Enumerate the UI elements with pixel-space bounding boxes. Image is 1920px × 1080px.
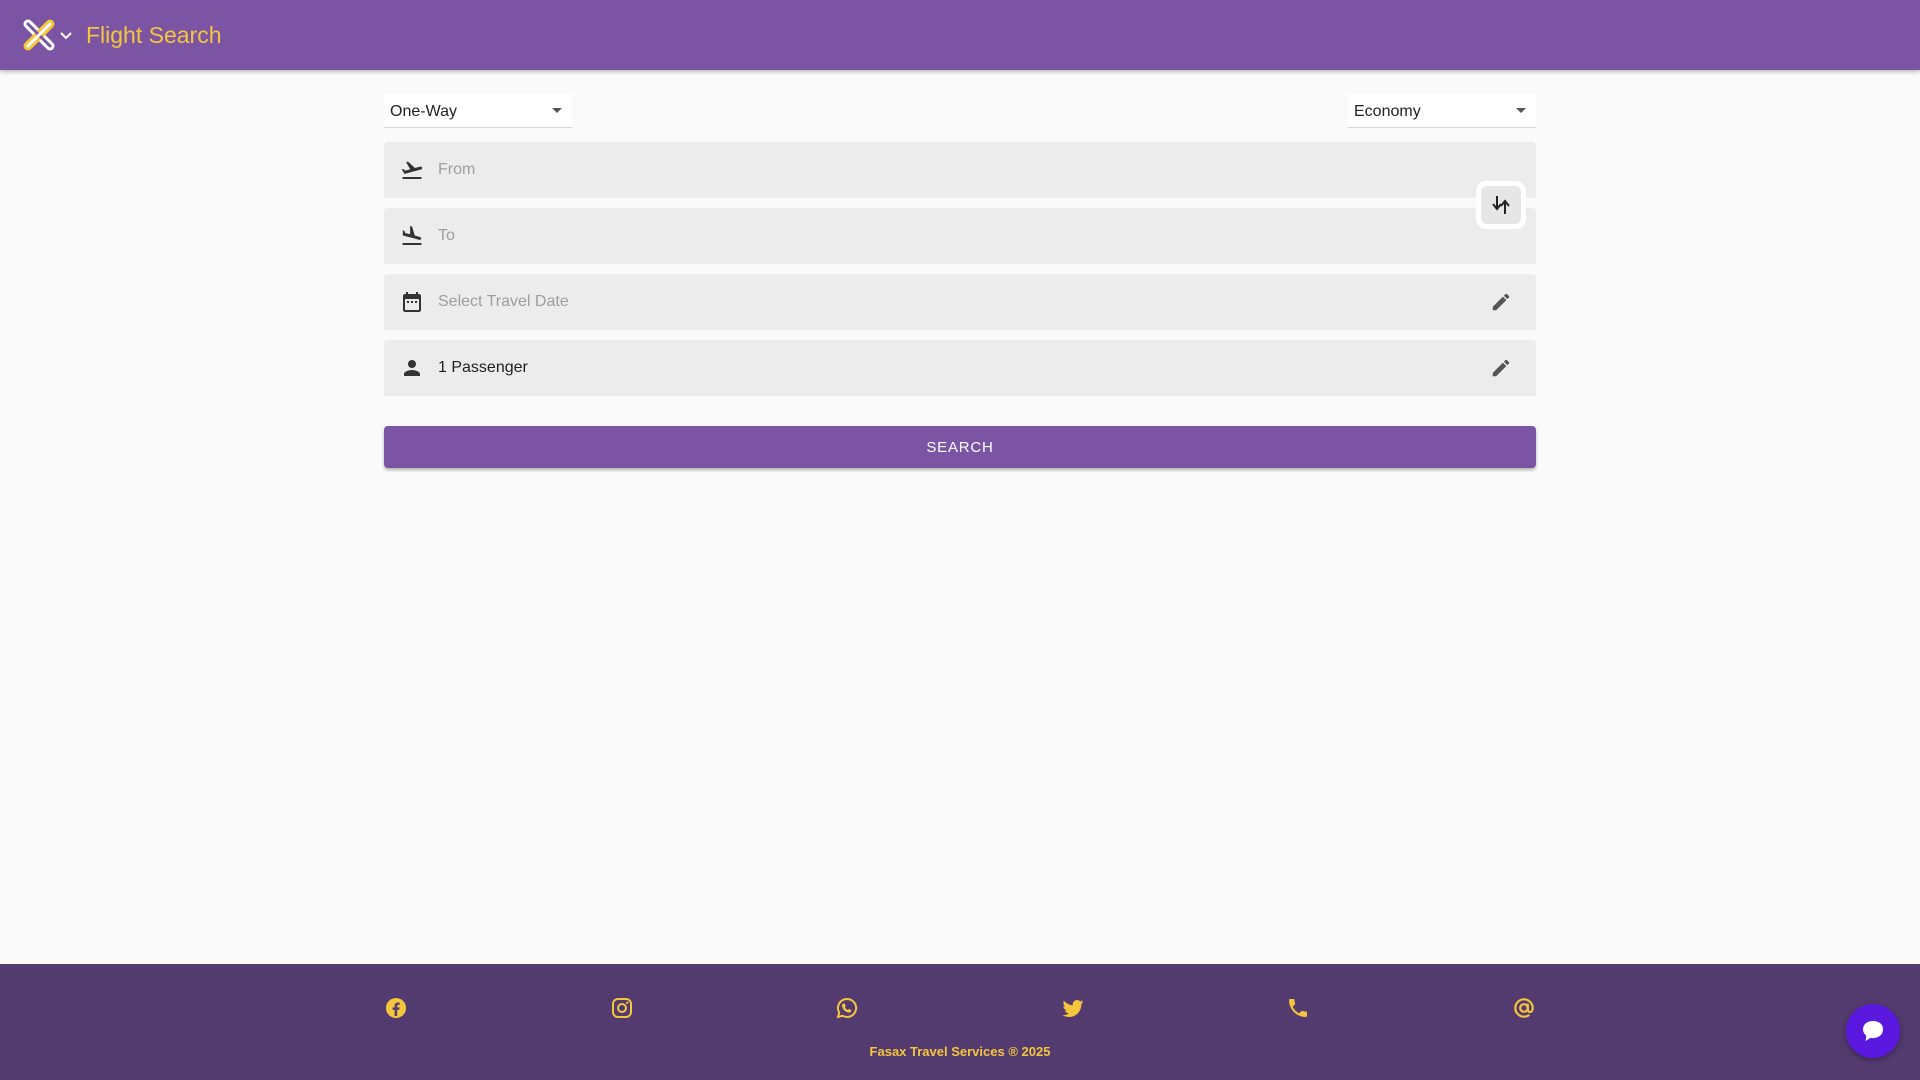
dropdown-arrow-icon [552, 108, 562, 113]
select-row: One-Way Economy [384, 94, 1536, 128]
from-field[interactable]: From [384, 142, 1536, 198]
footer: Fasax Travel Services ® 2025 [0, 964, 1920, 1080]
page-title: Flight Search [86, 21, 222, 48]
passengers-field[interactable]: 1 Passenger [384, 340, 1536, 396]
trip-type-select[interactable]: One-Way [384, 94, 572, 128]
dropdown-arrow-icon [1516, 108, 1526, 113]
copyright-text: Fasax Travel Services ® 2025 [869, 1044, 1051, 1059]
travel-date-field[interactable]: Select Travel Date [384, 274, 1536, 330]
at-sign-icon[interactable] [1512, 996, 1536, 1020]
from-input[interactable]: From [438, 161, 475, 179]
chat-widget-button[interactable] [1846, 1004, 1900, 1058]
flight-land-icon [402, 226, 422, 245]
flight-takeoff-icon [401, 161, 423, 179]
swap-locations-button[interactable] [1476, 181, 1526, 229]
instagram-icon[interactable] [610, 996, 634, 1020]
app-menu-button[interactable] [22, 18, 74, 52]
travel-date-input[interactable]: Select Travel Date [438, 293, 569, 311]
person-icon [404, 360, 420, 376]
search-button[interactable]: SEARCH [384, 426, 1536, 468]
app-bar: Flight Search [0, 0, 1920, 70]
to-field[interactable]: To [384, 208, 1536, 264]
whatsapp-icon[interactable] [835, 996, 859, 1020]
trip-type-value: One-Way [390, 103, 457, 120]
pencil-icon[interactable] [1490, 357, 1512, 379]
swap-vertical-icon [1492, 196, 1510, 214]
calendar-icon [403, 292, 421, 312]
social-links [384, 996, 1536, 1020]
crossed-logo-icon [23, 19, 55, 51]
pencil-icon[interactable] [1490, 291, 1512, 313]
phone-icon[interactable] [1286, 996, 1310, 1020]
search-form: One-Way Economy From To Select Travel Da… [384, 94, 1536, 468]
chat-bubble-icon [1863, 1021, 1883, 1041]
swap-button-surface [1481, 186, 1521, 224]
passengers-value: 1 Passenger [438, 359, 528, 376]
to-input[interactable]: To [438, 227, 455, 245]
cabin-class-value: Economy [1354, 103, 1421, 120]
cabin-class-select[interactable]: Economy [1348, 94, 1536, 128]
chevron-down-icon [60, 32, 72, 40]
facebook-icon[interactable] [384, 996, 408, 1020]
twitter-icon[interactable] [1061, 996, 1085, 1020]
